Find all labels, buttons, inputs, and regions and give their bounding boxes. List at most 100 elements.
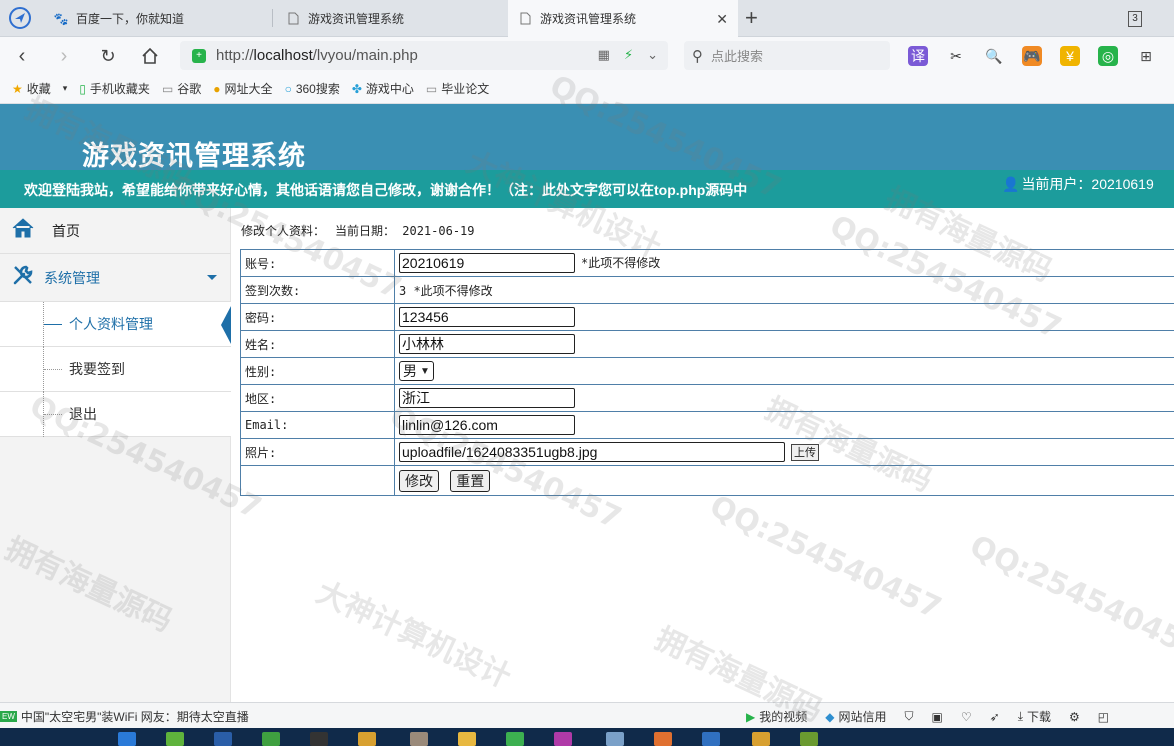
signin-count-label: 签到次数:: [240, 276, 395, 304]
rocket-icon[interactable]: ➶: [990, 710, 1000, 724]
chevron-down-icon[interactable]: ⌄: [647, 47, 658, 63]
bookmark-game-center[interactable]: ✤ 游戏中心: [352, 80, 414, 97]
star-icon: ★: [12, 81, 23, 96]
account-label: 账号:: [240, 249, 395, 277]
tab-count-badge[interactable]: 3: [1128, 11, 1142, 27]
close-icon[interactable]: ✕: [716, 11, 728, 28]
lightning-icon[interactable]: ⚡: [624, 47, 633, 63]
region-input[interactable]: 浙江: [399, 388, 575, 408]
taskbar-app-icon[interactable]: [118, 732, 136, 746]
bookmark-360-search[interactable]: ○ 360搜索: [285, 80, 340, 97]
taskbar-app-icon[interactable]: [606, 732, 624, 746]
taskbar-app-icon[interactable]: [262, 732, 280, 746]
reset-button[interactable]: 重置: [450, 469, 491, 492]
account-note: *此项不得修改: [581, 255, 661, 270]
image-icon[interactable]: ▣: [932, 710, 943, 724]
reload-icon[interactable]: ↻: [96, 44, 120, 68]
name-input[interactable]: 小林林: [399, 334, 575, 354]
secure-shield-icon: +: [192, 48, 206, 63]
bookmark-mobile[interactable]: ▯ 手机收藏夹: [79, 80, 150, 97]
photo-input[interactable]: uploadfile/1624083351ugb8.jpg: [399, 442, 785, 462]
shield-icon[interactable]: ⛉: [905, 709, 914, 724]
taskbar-app-icon[interactable]: [310, 732, 328, 746]
table-row: 性别: 男 ▼: [240, 357, 1174, 385]
taskbar-app-icon[interactable]: [554, 732, 572, 746]
taskbar-app-icon[interactable]: [410, 732, 428, 746]
sidebar: 首页 系统管理 个人资料管理 我要签到 退出: [0, 208, 231, 702]
taskbar-app-icon[interactable]: [358, 732, 376, 746]
email-input[interactable]: linlin@126.com: [399, 415, 575, 435]
search-icon: ○: [284, 81, 292, 96]
search-box[interactable]: ⚲ 点此搜索: [684, 41, 890, 70]
taskbar-app-icon[interactable]: [752, 732, 770, 746]
breadcrumb: 修改个人资料： 当前日期： 2021-06-19: [241, 224, 475, 238]
taskbar-app-icon[interactable]: [702, 732, 720, 746]
window-icon[interactable]: ◰: [1098, 710, 1109, 724]
signin-count-value: 3 *此项不得修改: [394, 276, 1174, 304]
gamepad-icon[interactable]: 🎮: [1022, 46, 1042, 66]
sidebar-item-home[interactable]: 首页: [0, 208, 231, 254]
baidu-paw-icon: 🐾: [53, 11, 69, 26]
translate-icon[interactable]: 译: [908, 46, 928, 66]
main-content: 修改个人资料： 当前日期： 2021-06-19 账号: 20210619 *此项不…: [231, 208, 1174, 702]
grid-icon[interactable]: ▦: [598, 47, 610, 63]
taskbar-app-icon[interactable]: [506, 732, 524, 746]
tab-game-news-1[interactable]: 游戏资讯管理系统: [276, 0, 504, 37]
page-icon: [286, 12, 300, 26]
table-row: 姓名: 小林林: [240, 330, 1174, 358]
site-credit-link[interactable]: ◆ 网站信用: [825, 708, 886, 725]
browser-logo-icon[interactable]: [8, 6, 32, 30]
news-ticker[interactable]: EW 中国"太空宅男"装WiFi 网友：期待太空直播: [0, 708, 249, 725]
sidebar-item-signin[interactable]: 我要签到: [0, 347, 231, 392]
wrench-icon: [12, 264, 36, 292]
my-videos-link[interactable]: ▶ 我的视频: [746, 708, 807, 725]
downloads-link[interactable]: ⤓ 下载: [1018, 708, 1051, 725]
photo-label: 照片:: [240, 438, 395, 466]
gender-label: 性别:: [240, 357, 395, 385]
wallet-icon[interactable]: ¥: [1060, 46, 1080, 66]
tab-game-news-active[interactable]: 游戏资讯管理系统 ✕: [508, 0, 738, 37]
search-placeholder: 点此搜索: [711, 49, 764, 64]
taskbar-app-icon[interactable]: [166, 732, 184, 746]
sidebar-item-logout[interactable]: 退出: [0, 392, 231, 437]
new-tab-button[interactable]: +: [745, 5, 758, 31]
taskbar-app-icon[interactable]: [800, 732, 818, 746]
apps-grid-icon[interactable]: ⊞: [1136, 46, 1156, 66]
browser-tab-bar: 🐾 百度一下，你就知道 游戏资讯管理系统 游戏资讯管理系统 ✕ + 3: [0, 0, 1174, 37]
bookmark-site-directory[interactable]: ● 网址大全: [213, 80, 272, 97]
taskbar-app-icon[interactable]: [214, 732, 232, 746]
extension-icon[interactable]: ◎: [1098, 46, 1118, 66]
bookmark-google[interactable]: ▭ 谷歌: [162, 80, 201, 97]
address-bar[interactable]: + http://localhost/lvyou/main.php ▦ ⚡ ⌄: [180, 41, 668, 70]
toolbar-icons: 译 ✂ 🔍 🎮 ¥ ◎ ⊞: [908, 46, 1156, 66]
magnifier-icon[interactable]: 🔍: [984, 46, 1004, 66]
sidebar-item-system[interactable]: 系统管理: [0, 255, 231, 302]
sidebar-item-profile[interactable]: 个人资料管理: [0, 302, 231, 347]
home-icon[interactable]: [138, 44, 162, 68]
upload-button[interactable]: 上传: [791, 443, 819, 461]
tab-baidu[interactable]: 🐾 百度一下，你就知道: [44, 0, 272, 37]
bookmark-favorites[interactable]: ★ 收藏 ▾: [12, 80, 67, 97]
table-row: 密码: 123456: [240, 303, 1174, 331]
password-input[interactable]: 123456: [399, 307, 575, 327]
heart-icon[interactable]: ♡: [961, 710, 972, 724]
back-icon[interactable]: ‹: [10, 44, 34, 68]
settings-icon[interactable]: ⚙: [1069, 710, 1080, 724]
welcome-marquee: 欢迎登陆我站，希望能给你带来好心情，其他话语请您自己修改，谢谢合作！（注：此处文…: [24, 182, 748, 198]
phone-icon: ▯: [79, 81, 86, 96]
browser-nav-bar: ‹ › ↻ + http://localhost/lvyou/main.php …: [0, 37, 1174, 74]
taskbar-app-icon[interactable]: [654, 732, 672, 746]
submit-button[interactable]: 修改: [399, 469, 439, 492]
drop-icon: ◆: [825, 709, 835, 724]
page-icon: ▭: [161, 81, 174, 96]
bookmark-thesis[interactable]: ▭ 毕业论文: [426, 80, 489, 97]
game-icon: ✤: [351, 81, 362, 96]
taskbar-folder-icon[interactable]: [458, 732, 476, 746]
scissors-icon[interactable]: ✂: [946, 46, 966, 66]
account-input[interactable]: 20210619: [399, 253, 575, 273]
gender-select[interactable]: 男 ▼: [399, 361, 434, 381]
chevron-down-icon: ▼: [420, 365, 430, 377]
video-icon: ▶: [746, 709, 756, 724]
forward-icon[interactable]: ›: [52, 44, 76, 68]
address-url[interactable]: http://localhost/lvyou/main.php: [216, 47, 418, 64]
